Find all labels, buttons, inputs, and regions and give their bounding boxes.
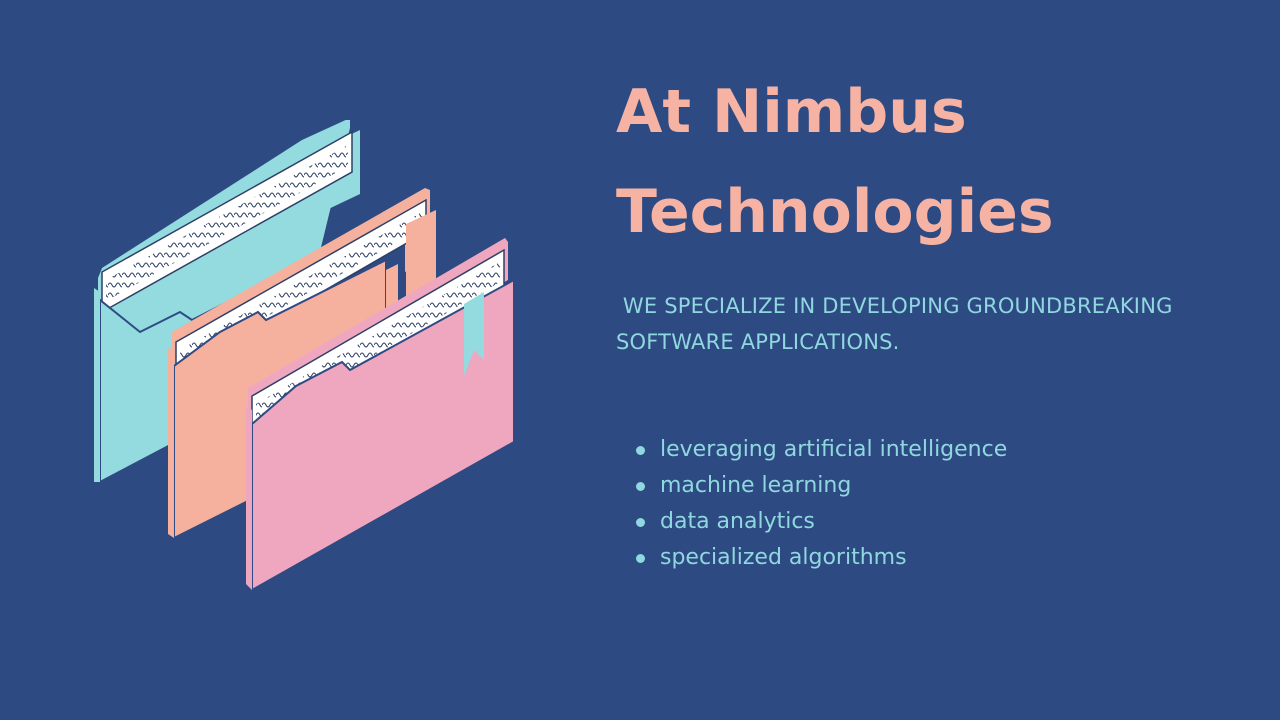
bullet-icon: [636, 554, 645, 563]
subheading: WE SPECIALIZE IN DEVELOPING GROUNDBREAKI…: [616, 294, 1180, 354]
bullet-text: machine learning: [660, 473, 852, 498]
title-line-2: Technologies: [616, 177, 1054, 247]
bullet-text: data analytics: [660, 509, 815, 534]
list-item: machine learning: [636, 468, 1007, 504]
bullet-icon: [636, 446, 645, 455]
bullet-icon: [636, 482, 645, 491]
title-line-1: At Nimbus: [616, 77, 967, 147]
list-item: data analytics: [636, 504, 1007, 540]
list-item: leveraging artificial intelligence: [636, 432, 1007, 468]
slide: At Nimbus Technologies WE SPECIALIZE IN …: [0, 0, 1280, 720]
bullet-icon: [636, 518, 645, 527]
bullet-list: leveraging artificial intelligence machi…: [636, 432, 1007, 576]
bullet-text: leveraging artificial intelligence: [660, 437, 1008, 462]
page-title: At Nimbus Technologies: [616, 62, 1256, 262]
bullet-text: specialized algorithms: [660, 545, 907, 570]
list-item: specialized algorithms: [636, 540, 1007, 576]
stacked-folders-icon: [94, 120, 515, 592]
